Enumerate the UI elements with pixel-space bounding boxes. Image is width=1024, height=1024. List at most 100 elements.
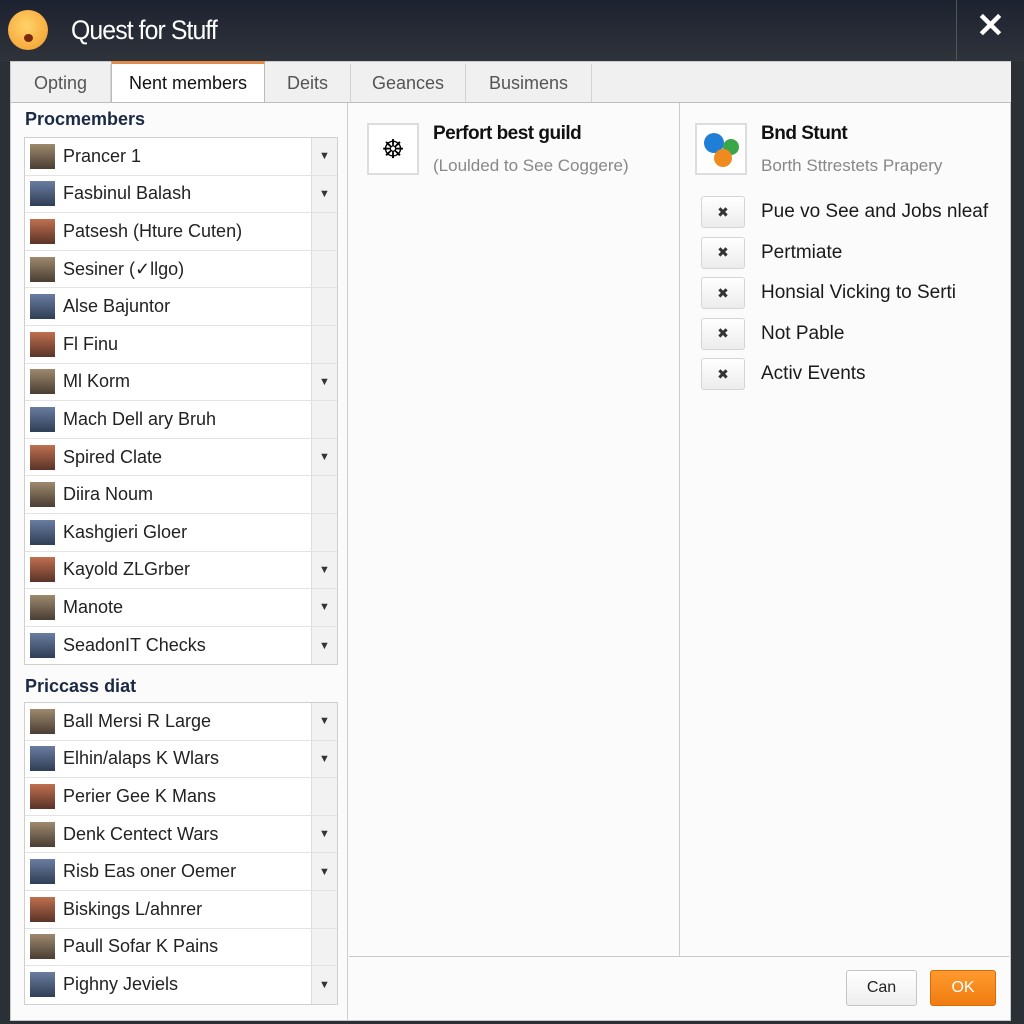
avatar [30, 859, 55, 885]
member-row[interactable]: Paull Sofar K Pains ▼ [25, 928, 337, 967]
member-name: Biskings L/ahnrer [63, 898, 203, 919]
member-row[interactable]: Prancer 1 ▼ [25, 138, 337, 176]
chevron-down-icon[interactable]: ▼ [311, 175, 337, 213]
member-row[interactable]: Ball Mersi R Large ▼ [25, 703, 337, 741]
option-item: ✖ Not Pable [701, 317, 844, 351]
tab-opting[interactable]: Opting [11, 64, 111, 102]
avatar [30, 594, 55, 620]
chevron-down-icon[interactable]: ▼ [311, 438, 337, 476]
app-emoji-icon [8, 10, 48, 50]
member-name: Prancer 1 [63, 145, 142, 166]
avatar [30, 519, 55, 545]
close-button[interactable]: ✕ [956, 0, 1024, 60]
chat-bubbles-icon [695, 123, 747, 175]
member-name: Risb Eas oner Oemer [63, 861, 237, 882]
dropdown-spacer: ▼ [311, 288, 337, 325]
chevron-down-icon[interactable]: ▼ [311, 363, 337, 401]
member-row[interactable]: Alse Bajuntor ▼ [25, 288, 337, 326]
dropdown-spacer: ▼ [311, 401, 337, 438]
remove-x-button[interactable]: ✖ [701, 236, 745, 269]
chevron-down-icon[interactable]: ▼ [311, 626, 337, 665]
dropdown-spacer: ▼ [311, 778, 337, 815]
member-row[interactable]: Kashgieri Gloer ▼ [25, 513, 337, 552]
avatar [30, 218, 55, 244]
dropdown-spacer: ▼ [311, 928, 337, 966]
avatar [30, 256, 55, 282]
avatar [30, 331, 55, 357]
member-row[interactable]: Kayold ZLGrber ▼ [25, 551, 337, 590]
title-bar: Quest for Stuff ✕ [0, 0, 1024, 62]
chevron-down-icon[interactable]: ▼ [311, 703, 337, 740]
chevron-down-icon[interactable]: ▼ [311, 740, 337, 778]
member-name: Sesiner (✓llgo) [63, 258, 185, 279]
chevron-down-icon[interactable]: ▼ [311, 966, 337, 1004]
tab-bar: Opting Nent members Deits Geances Busime… [11, 61, 1011, 103]
chevron-down-icon[interactable]: ▼ [311, 853, 337, 890]
member-name: Denk Centect Wars [63, 823, 219, 844]
dropdown-spacer: ▼ [311, 250, 337, 288]
options-panel: Bnd Stunt Borth Sttrestets Prapery ✖ Pue … [681, 103, 1009, 956]
chevron-down-icon[interactable]: ▼ [311, 589, 337, 626]
dropdown-spacer: ▼ [311, 325, 337, 363]
tab-deits[interactable]: Deits [265, 64, 351, 102]
member-row[interactable]: Manote ▼ [25, 589, 337, 627]
member-name: SeadonIT Checks [63, 635, 206, 656]
chevron-down-icon[interactable]: ▼ [311, 815, 337, 853]
member-name: Elhin/alaps K Wlars [63, 748, 220, 769]
chevron-down-icon[interactable]: ▼ [311, 551, 337, 589]
avatar [30, 972, 55, 998]
avatar [30, 444, 55, 470]
tab-geances[interactable]: Geances [351, 64, 466, 102]
member-name: Ml Korm [63, 371, 130, 392]
member-name: Kashgieri Gloer [63, 521, 188, 542]
avatar [30, 482, 55, 508]
chevron-down-icon[interactable]: ▼ [311, 138, 337, 175]
option-label: Pue vo See and Jobs nleaf [761, 201, 989, 222]
avatar [30, 821, 55, 847]
member-row[interactable]: Fl Finu ▼ [25, 325, 337, 364]
remove-x-button[interactable]: ✖ [701, 358, 745, 390]
tab-nent-members[interactable]: Nent members [111, 61, 265, 102]
member-row[interactable]: Biskings L/ahnrer ▼ [25, 890, 337, 929]
member-name: Diira Noum [63, 484, 154, 505]
member-row[interactable]: Perier Gee K Mans ▼ [25, 778, 337, 816]
member-row[interactable]: Sesiner (✓llgo) ▼ [25, 250, 337, 289]
member-name: Ball Mersi R Large [63, 710, 212, 731]
remove-x-button[interactable]: ✖ [701, 277, 745, 309]
avatar [30, 783, 55, 809]
member-row[interactable]: SeadonIT Checks ▼ [25, 626, 337, 665]
section-title: Priccass diat [25, 676, 137, 696]
member-row[interactable]: Mach Dell ary Bruh ▼ [25, 401, 337, 439]
remove-x-button[interactable]: ✖ [701, 196, 745, 228]
member-row[interactable]: Patsesh (Hture Cuten) ▼ [25, 213, 337, 251]
member-name: Fasbinul Balash [63, 183, 192, 204]
option-label: Honsial Vicking to Serti [761, 282, 957, 303]
member-row[interactable]: Spired Clate ▼ [25, 438, 337, 477]
member-name: Mach Dell ary Bruh [63, 408, 217, 429]
member-row[interactable]: Denk Centect Wars ▼ [25, 815, 337, 854]
tab-busimens[interactable]: Busimens [466, 64, 592, 102]
member-name: Paull Sofar K Pains [63, 936, 219, 957]
member-row[interactable]: Elhin/alaps K Wlars ▼ [25, 740, 337, 779]
member-row[interactable]: Fasbinul Balash ▼ [25, 175, 337, 214]
dropdown-spacer: ▼ [311, 890, 337, 928]
options-subtitle: Borth Sttrestets Prapery [761, 156, 943, 175]
member-name: Pighny Jeviels [63, 974, 179, 995]
option-item: ✖ Honsial Vicking to Serti [701, 276, 956, 310]
ok-button[interactable]: OK [930, 970, 996, 1006]
member-row[interactable]: Ml Korm ▼ [25, 363, 337, 402]
member-name: Manote [63, 596, 124, 617]
member-name: Alse Bajuntor [63, 296, 171, 317]
member-row[interactable]: Diira Noum ▼ [25, 476, 337, 514]
options-title: Bnd Stunt [761, 123, 848, 144]
option-label: Not Pable [761, 322, 845, 344]
member-row[interactable]: Pighny Jeviels ▼ [25, 966, 337, 1004]
avatar [30, 557, 55, 583]
option-label: Pertmiate [761, 241, 843, 263]
remove-x-button[interactable]: ✖ [701, 317, 745, 350]
guild-subtitle: (Loulded to See Coggere) [433, 156, 629, 175]
dropdown-spacer: ▼ [311, 513, 337, 551]
member-row[interactable]: Risb Eas oner Oemer ▼ [25, 853, 337, 891]
avatar [30, 143, 55, 169]
cancel-button[interactable]: Can [846, 970, 917, 1006]
